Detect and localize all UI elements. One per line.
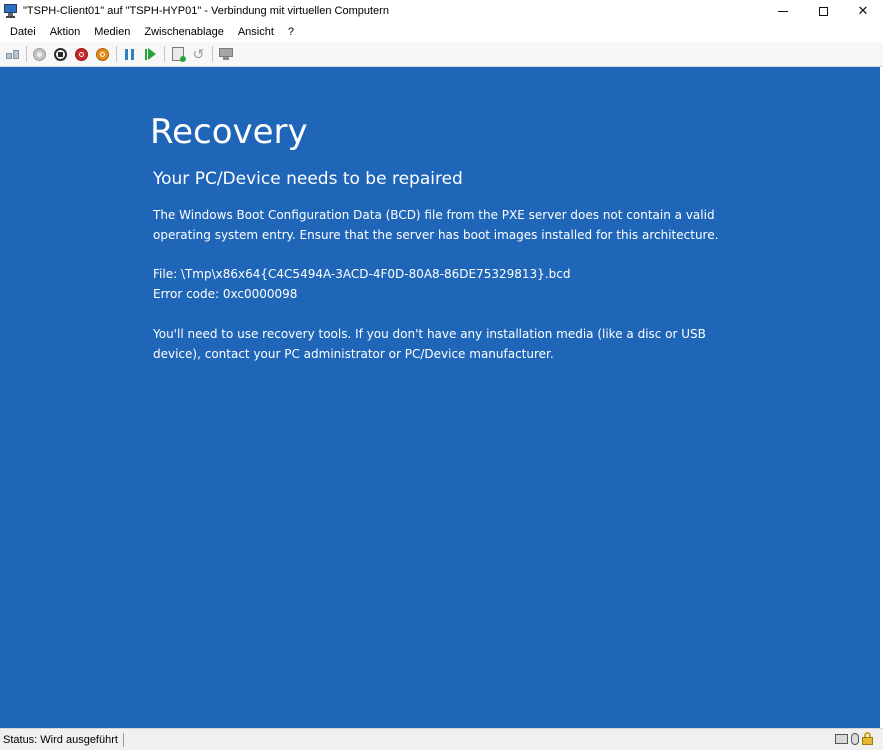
toolbar-separator [116,46,117,62]
save-button[interactable] [94,46,111,63]
file-path-line: File: \Tmp\x86x64{C4C5494A-3ACD-4F0D-80A… [153,267,571,281]
pause-button[interactable] [121,46,138,63]
enhanced-session-button[interactable] [217,46,234,63]
recovery-subtitle: Your PC/Device needs to be repaired [153,169,463,189]
status-icons [835,732,873,745]
start-button[interactable] [31,46,48,63]
minimize-icon [778,10,788,12]
status-bar: Status: Wird ausgeführt [0,728,883,750]
resume-button[interactable] [142,46,159,63]
close-button[interactable]: ✕ [843,0,883,22]
save-icon [96,47,109,61]
menu-aktion[interactable]: Aktion [44,26,87,38]
bcd-message-line-2: operating system entry. Ensure that the … [153,228,719,242]
ctrl-alt-del-icon [5,49,20,59]
lock-icon [862,732,873,745]
menu-medien[interactable]: Medien [88,26,136,38]
title-bar[interactable]: "TSPH-Client01" auf "TSPH-HYP01" - Verbi… [0,0,883,22]
start-icon [33,47,46,61]
menu-ansicht[interactable]: Ansicht [232,26,280,38]
close-icon: ✕ [857,3,869,18]
menu-help[interactable]: ? [282,26,300,38]
recovery-tools-line-2: device), contact your PC administrator o… [153,347,554,361]
shut-down-icon [75,47,88,61]
vm-display[interactable]: Recovery Your PC/Device needs to be repa… [0,67,880,728]
toolbar-separator [212,46,213,62]
bcd-message-line-1: The Windows Boot Configuration Data (BCD… [153,208,715,222]
mouse-icon [851,732,859,745]
window-title: "TSPH-Client01" auf "TSPH-HYP01" - Verbi… [23,5,389,17]
ctrl-alt-del-button[interactable] [4,46,21,63]
recovery-tools-line-1: You'll need to use recovery tools. If yo… [153,327,706,341]
revert-icon: ↺ [192,46,205,62]
error-code-line: Error code: 0xc0000098 [153,287,298,301]
revert-button[interactable]: ↺ [190,46,207,63]
toolbar-separator [164,46,165,62]
recovery-title: Recovery [150,112,308,152]
checkpoint-button[interactable] [169,46,186,63]
enhanced-session-icon [218,48,233,60]
keyboard-icon [835,733,848,744]
window-controls: ✕ [763,0,883,22]
resume-icon [145,48,156,60]
menu-zwischenablage[interactable]: Zwischenablage [138,26,230,38]
maximize-icon [818,6,828,16]
turn-off-icon [54,47,67,61]
toolbar-separator [26,46,27,62]
turn-off-button[interactable] [52,46,69,63]
checkpoint-icon [171,47,186,62]
shut-down-button[interactable] [73,46,90,63]
vm-connection-app-icon [3,4,19,18]
menu-bar: Datei Aktion Medien Zwischenablage Ansic… [0,22,883,42]
menu-datei[interactable]: Datei [4,26,42,38]
pause-icon [125,48,134,60]
status-text: Status: Wird ausgeführt [3,732,124,747]
minimize-button[interactable] [763,0,803,22]
maximize-button[interactable] [803,0,843,22]
toolbar: ↺ [0,42,883,67]
